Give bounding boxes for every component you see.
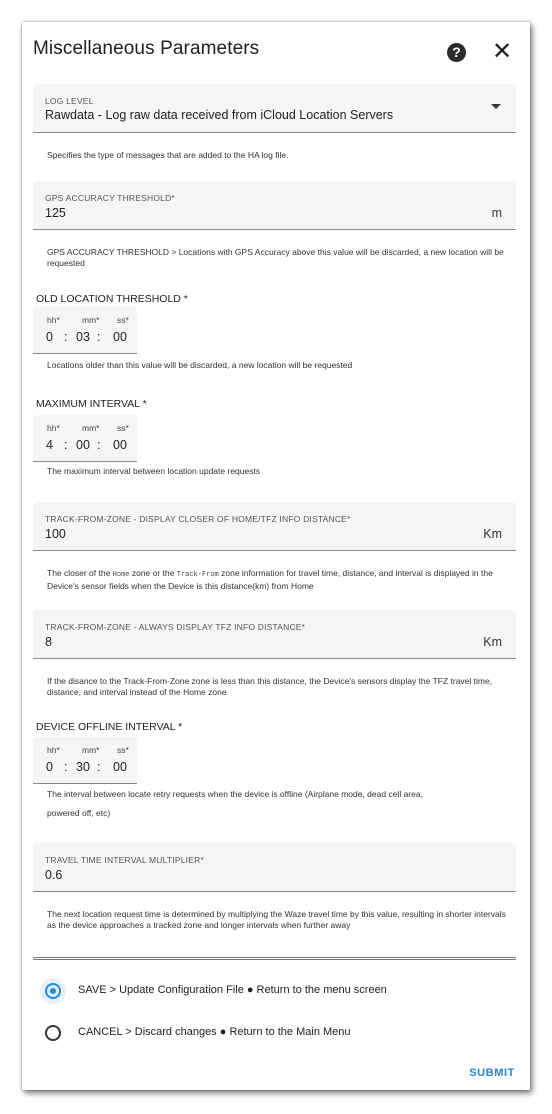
help-icon[interactable]: ? bbox=[447, 43, 466, 62]
gps-accuracy-field[interactable]: GPS ACCURACY THRESHOLD* 125 m bbox=[33, 181, 516, 230]
mm-input[interactable]: 30 bbox=[76, 760, 90, 774]
tfz-closer-helper: The closer of the Home zone or the Track… bbox=[47, 568, 512, 592]
gps-accuracy-value: 125 bbox=[45, 206, 66, 220]
offline-interval-label: DEVICE OFFLINE INTERVAL * bbox=[36, 721, 183, 733]
hh-label: hh* bbox=[47, 315, 60, 325]
dropdown-arrow-icon bbox=[491, 104, 501, 109]
track-from-zone-code: Track-From bbox=[176, 571, 219, 579]
mm-input[interactable]: 00 bbox=[76, 438, 90, 452]
tfz-always-value: 8 bbox=[45, 635, 52, 649]
ss-input[interactable]: 00 bbox=[113, 330, 127, 344]
tfz-always-suffix: Km bbox=[483, 635, 502, 649]
offline-interval-helper-2: powered off, etc) bbox=[47, 808, 111, 818]
home-zone-code: Home bbox=[112, 571, 130, 579]
travel-multiplier-label: TRAVEL TIME INTERVAL MULTIPLIER* bbox=[45, 855, 204, 865]
ss-label: ss* bbox=[117, 745, 129, 755]
dialog-title: Miscellaneous Parameters bbox=[33, 38, 260, 59]
helper-text: zone or the bbox=[129, 568, 177, 578]
hh-label: hh* bbox=[47, 745, 60, 755]
travel-multiplier-field[interactable]: TRAVEL TIME INTERVAL MULTIPLIER* 0.6 bbox=[33, 843, 516, 892]
old-location-label: OLD LOCATION THRESHOLD * bbox=[36, 293, 188, 305]
log-level-label: LOG LEVEL bbox=[45, 96, 94, 106]
mm-label: mm* bbox=[82, 315, 100, 325]
tfz-closer-label: TRACK-FROM-ZONE - DISPLAY CLOSER OF HOME… bbox=[45, 514, 351, 524]
misc-parameters-dialog: Miscellaneous Parameters ? ✕ LOG LEVEL R… bbox=[22, 22, 530, 1090]
separator: : bbox=[97, 438, 101, 452]
mm-input[interactable]: 03 bbox=[76, 330, 90, 344]
save-radio[interactable] bbox=[40, 978, 66, 1004]
ss-label: ss* bbox=[117, 315, 129, 325]
mm-label: mm* bbox=[82, 423, 100, 433]
tfz-closer-suffix: Km bbox=[483, 527, 502, 541]
section-divider bbox=[33, 957, 516, 960]
separator: : bbox=[97, 330, 101, 344]
old-location-helper: Locations older than this value will be … bbox=[47, 360, 353, 370]
tfz-always-distance-field[interactable]: TRACK-FROM-ZONE - ALWAYS DISPLAY TFZ INF… bbox=[33, 610, 516, 659]
tfz-always-label: TRACK-FROM-ZONE - ALWAYS DISPLAY TFZ INF… bbox=[45, 622, 306, 632]
max-interval-duration[interactable]: hh* mm* ss* 4 : 00 : 00 bbox=[33, 415, 137, 462]
helper-text: The closer of the bbox=[47, 568, 113, 578]
max-interval-label: MAXIMUM INTERVAL * bbox=[36, 398, 147, 410]
old-location-duration[interactable]: hh* mm* ss* 0 : 03 : 00 bbox=[33, 307, 137, 354]
log-level-helper: Specifies the type of messages that are … bbox=[47, 150, 289, 160]
gps-accuracy-suffix: m bbox=[491, 206, 502, 220]
hh-input[interactable]: 0 bbox=[46, 330, 53, 344]
offline-interval-duration[interactable]: hh* mm* ss* 0 : 30 : 00 bbox=[33, 737, 137, 784]
gps-accuracy-helper: GPS ACCURACY THRESHOLD > Locations with … bbox=[47, 247, 504, 268]
hh-input[interactable]: 0 bbox=[46, 760, 53, 774]
submit-button[interactable]: SUBMIT bbox=[469, 1067, 515, 1079]
travel-multiplier-helper: The next location request time is determ… bbox=[47, 909, 506, 930]
log-level-value: Rawdata - Log raw data received from iCl… bbox=[45, 108, 394, 122]
save-option-label[interactable]: SAVE > Update Configuration File ● Retur… bbox=[78, 984, 387, 996]
close-icon[interactable]: ✕ bbox=[490, 38, 514, 66]
offline-interval-helper: The interval between locate retry reques… bbox=[47, 789, 423, 799]
log-level-select[interactable]: LOG LEVEL Rawdata - Log raw data receive… bbox=[33, 84, 516, 133]
ss-label: ss* bbox=[117, 423, 129, 433]
separator: : bbox=[64, 760, 68, 774]
ss-input[interactable]: 00 bbox=[113, 438, 127, 452]
hh-label: hh* bbox=[47, 423, 60, 433]
cancel-radio[interactable] bbox=[45, 1025, 61, 1041]
separator: : bbox=[64, 330, 68, 344]
mm-label: mm* bbox=[82, 745, 100, 755]
tfz-closer-distance-field[interactable]: TRACK-FROM-ZONE - DISPLAY CLOSER OF HOME… bbox=[33, 502, 516, 551]
separator: : bbox=[64, 438, 68, 452]
ss-input[interactable]: 00 bbox=[113, 760, 127, 774]
tfz-closer-value: 100 bbox=[45, 527, 66, 541]
hh-input[interactable]: 4 bbox=[46, 438, 53, 452]
separator: : bbox=[97, 760, 101, 774]
gps-accuracy-label: GPS ACCURACY THRESHOLD* bbox=[45, 193, 175, 203]
max-interval-helper: The maximum interval between location up… bbox=[47, 466, 261, 476]
travel-multiplier-value: 0.6 bbox=[45, 868, 63, 882]
tfz-always-helper: If the disance to the Track-From-Zone zo… bbox=[47, 676, 493, 697]
cancel-option-label[interactable]: CANCEL > Discard changes ● Return to the… bbox=[78, 1026, 351, 1038]
